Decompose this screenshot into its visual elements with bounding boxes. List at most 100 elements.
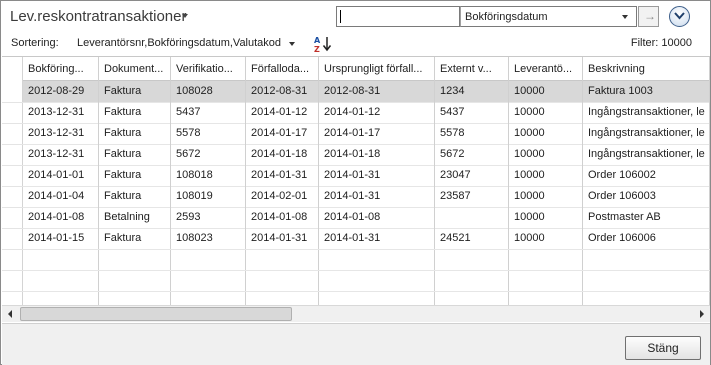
column-header[interactable]: Dokument...	[99, 57, 171, 81]
page-title[interactable]: Lev.reskontratransaktioner	[10, 8, 186, 25]
table-cell[interactable]: 10000	[509, 165, 583, 186]
column-header[interactable]: Beskrivning	[583, 57, 710, 81]
table-cell[interactable]: 5672	[171, 144, 246, 165]
table-cell[interactable]: 2012-08-31	[246, 81, 319, 102]
table-cell[interactable]: 1234	[435, 81, 509, 102]
scroll-right-button[interactable]	[693, 306, 710, 322]
table-cell[interactable]: 2014-01-08	[23, 207, 99, 228]
table-cell[interactable]: 108018	[171, 165, 246, 186]
cell-value: 2014-01-17	[251, 127, 308, 139]
table-cell[interactable]: Ingångstransaktioner, le	[583, 144, 710, 165]
table-cell[interactable]: 2014-01-04	[23, 186, 99, 207]
table-cell[interactable]: 2593	[171, 207, 246, 228]
cell-value: 2012-08-29	[28, 85, 85, 97]
gutter-divider	[2, 228, 23, 229]
expand-button[interactable]	[669, 6, 690, 27]
cell-value: 2014-01-15	[28, 232, 85, 244]
table-cell[interactable]: 2014-01-31	[246, 228, 319, 249]
table-cell[interactable]: 108019	[171, 186, 246, 207]
table-cell[interactable]: 10000	[509, 228, 583, 249]
table-cell[interactable]: Faktura	[99, 228, 171, 249]
table-cell[interactable]: Faktura	[99, 186, 171, 207]
scroll-left-button[interactable]	[2, 306, 19, 322]
sort-chevron-down-icon[interactable]	[289, 42, 295, 46]
row-selector-gutter[interactable]	[2, 57, 23, 305]
search-input[interactable]	[336, 6, 460, 27]
cell-value: Ingångstransaktioner, le	[588, 106, 705, 118]
table-cell[interactable]: 2014-01-08	[246, 207, 319, 228]
table-cell[interactable]: Faktura	[99, 123, 171, 144]
table-cell[interactable]: 108023	[171, 228, 246, 249]
table-cell[interactable]: 2014-01-01	[23, 165, 99, 186]
table-cell[interactable]: 108028	[171, 81, 246, 102]
svg-text:Z: Z	[314, 45, 320, 53]
table-cell[interactable]: 10000	[509, 123, 583, 144]
table-cell[interactable]: 2013-12-31	[23, 123, 99, 144]
table-cell[interactable]: Order 106006	[583, 228, 710, 249]
table-cell[interactable]: Ingångstransaktioner, le	[583, 102, 710, 123]
table-cell[interactable]: 2014-01-17	[319, 123, 435, 144]
column-header[interactable]: Verifikatio...	[171, 57, 246, 81]
cell-value: 1234	[440, 85, 465, 97]
table-cell[interactable]: Order 106003	[583, 186, 710, 207]
scroll-thumb[interactable]	[20, 307, 292, 321]
column-header[interactable]: Ursprungligt förfall...	[319, 57, 435, 81]
table-cell[interactable]: 23047	[435, 165, 509, 186]
table-cell[interactable]: 5578	[435, 123, 509, 144]
table-cell[interactable]: 10000	[509, 186, 583, 207]
arrow-left-icon	[8, 310, 12, 318]
table-cell[interactable]: Betalning	[99, 207, 171, 228]
table-cell[interactable]: 2013-12-31	[23, 102, 99, 123]
column-header[interactable]: Bokföring...	[23, 57, 99, 81]
table-cell[interactable]: 10000	[509, 207, 583, 228]
close-button[interactable]: Stäng	[625, 336, 701, 360]
table-cell[interactable]: Ingångstransaktioner, le	[583, 123, 710, 144]
cell-value: Faktura 1003	[588, 85, 653, 97]
table-cell[interactable]: 5578	[171, 123, 246, 144]
table-cell[interactable]: 2012-08-31	[319, 81, 435, 102]
table-cell[interactable]: 2014-01-31	[319, 228, 435, 249]
search-field-select[interactable]: Bokföringsdatum	[460, 6, 637, 27]
table-cell[interactable]: 2014-01-31	[246, 165, 319, 186]
table-cell[interactable]: Order 106002	[583, 165, 710, 186]
sort-select[interactable]: Leverantörsnr,Bokföringsdatum,Valutakod	[77, 37, 281, 49]
cell-value: 2013-12-31	[28, 127, 85, 139]
table-cell[interactable]: 2014-01-08	[319, 207, 435, 228]
horizontal-scrollbar[interactable]	[2, 305, 710, 322]
table-cell[interactable]: 2014-01-18	[246, 144, 319, 165]
column-header[interactable]: Förfalloda...	[246, 57, 319, 81]
table-cell[interactable]: 5437	[171, 102, 246, 123]
table-cell[interactable]: 2013-12-31	[23, 144, 99, 165]
table-cell[interactable]: 10000	[509, 144, 583, 165]
table-cell[interactable]: Faktura	[99, 81, 171, 102]
table-cell[interactable]: 2014-02-01	[246, 186, 319, 207]
table-cell[interactable]: Faktura	[99, 144, 171, 165]
cell-value: 2014-01-12	[324, 106, 381, 118]
table-cell[interactable]: 2014-01-15	[23, 228, 99, 249]
table-cell[interactable]: Faktura	[99, 102, 171, 123]
table-cell[interactable]: 10000	[509, 102, 583, 123]
table-cell[interactable]: 2012-08-29	[23, 81, 99, 102]
column-header[interactable]: Leverantö...	[509, 57, 583, 81]
table-cell[interactable]: Faktura 1003	[583, 81, 710, 102]
table-cell[interactable]	[435, 207, 509, 228]
table-cell[interactable]: 5437	[435, 102, 509, 123]
table-cell[interactable]: 2014-01-17	[246, 123, 319, 144]
table-cell[interactable]: 2014-01-18	[319, 144, 435, 165]
table-cell[interactable]: 23587	[435, 186, 509, 207]
column-header[interactable]: Externt v...	[435, 57, 509, 81]
table-cell[interactable]: Faktura	[99, 165, 171, 186]
table-cell[interactable]: 24521	[435, 228, 509, 249]
sort-az-icon[interactable]: A Z	[313, 35, 335, 53]
table-cell[interactable]: 2014-01-12	[319, 102, 435, 123]
title-menu-caret-icon[interactable]	[182, 14, 188, 18]
table-cell[interactable]: 10000	[509, 81, 583, 102]
cell-value: 5578	[176, 127, 201, 139]
table-cell[interactable]: 2014-01-31	[319, 186, 435, 207]
table-cell[interactable]: 2014-01-12	[246, 102, 319, 123]
cell-value: Faktura	[104, 190, 142, 202]
search-go-button[interactable]: →	[638, 6, 659, 27]
table-cell[interactable]: 2014-01-31	[319, 165, 435, 186]
table-cell[interactable]: 5672	[435, 144, 509, 165]
table-cell[interactable]: Postmaster AB	[583, 207, 710, 228]
